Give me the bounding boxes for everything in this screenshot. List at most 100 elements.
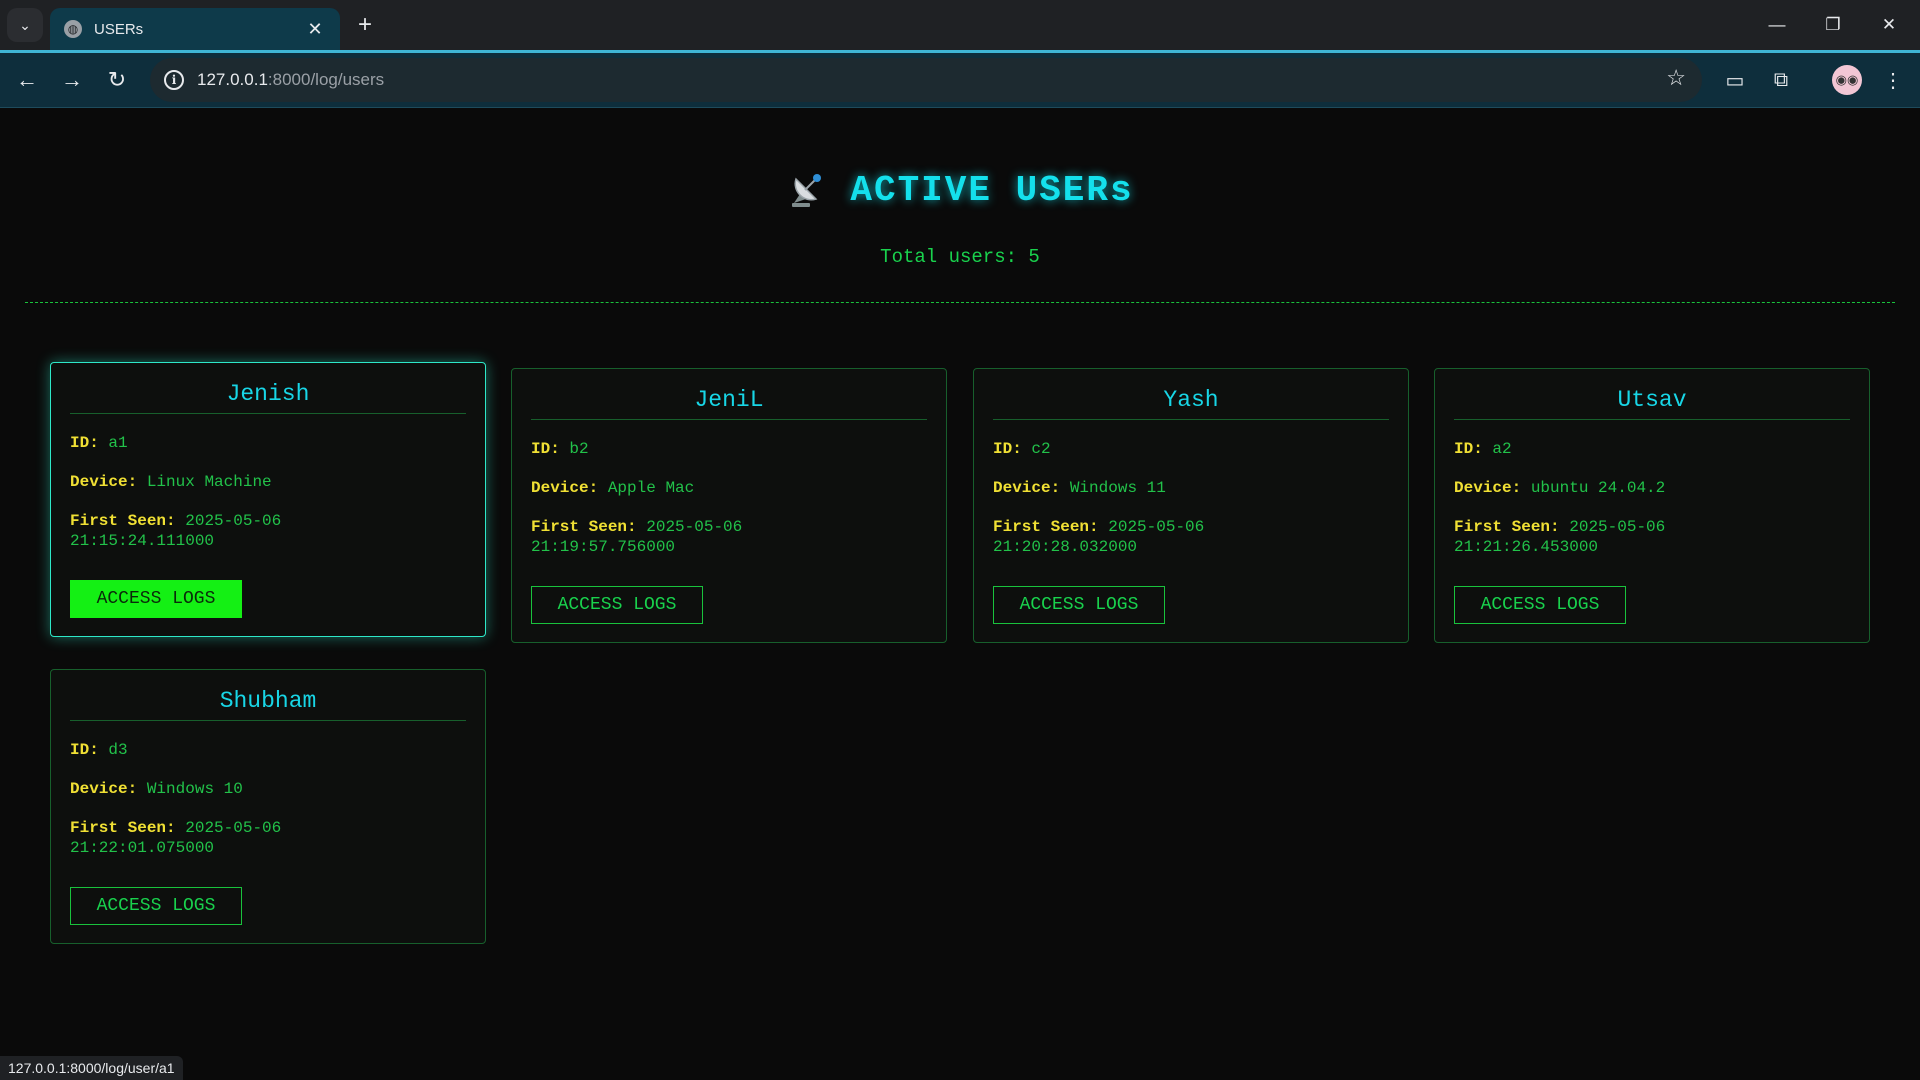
user-card: Yash ID: c2 Device: Windows 11 First See…	[973, 368, 1409, 643]
minimize-button[interactable]: —	[1749, 0, 1805, 50]
chevron-down-icon: ⌄	[19, 16, 31, 33]
first-seen-label: First Seen:	[70, 512, 176, 530]
device-label: Device:	[70, 780, 138, 798]
page-title-row: ACTIVE USERs	[786, 169, 1133, 211]
user-card: JeniL ID: b2 Device: Apple Mac First See…	[511, 368, 947, 643]
first-seen-time: 21:19:57.756000	[531, 538, 676, 556]
user-id-value: b2	[569, 440, 589, 458]
close-tab-icon[interactable]: ✕	[304, 19, 326, 40]
user-card: Shubham ID: d3 Device: Windows 10 First …	[50, 669, 486, 944]
restore-button[interactable]: ❐	[1805, 0, 1861, 50]
first-seen-date: 2025-05-06	[646, 518, 743, 536]
user-id-value: a2	[1492, 440, 1512, 458]
access-logs-button[interactable]: ACCESS LOGS	[993, 586, 1165, 624]
id-label: ID:	[70, 434, 99, 452]
user-device-field: Device: Windows 11	[993, 478, 1389, 498]
tab-search-button[interactable]: ⌄	[7, 8, 43, 42]
user-name: Utsav	[1454, 387, 1850, 420]
first-seen-label: First Seen:	[531, 518, 637, 536]
access-logs-button[interactable]: ACCESS LOGS	[1454, 586, 1626, 624]
first-seen-time: 21:20:28.032000	[993, 538, 1138, 556]
reload-icon: ↻	[107, 67, 127, 92]
extensions-puzzle-icon[interactable]: ⧉	[1766, 65, 1796, 95]
new-tab-button[interactable]: +	[350, 10, 380, 40]
page-content: ACTIVE USERs Total users: 5 Jenish ID: a…	[0, 109, 1920, 1080]
cast-icon[interactable]: ▭	[1720, 65, 1750, 95]
user-card: Jenish ID: a1 Device: Linux Machine Firs…	[50, 362, 486, 637]
back-button[interactable]: ←	[10, 63, 44, 97]
close-window-button[interactable]: ✕	[1861, 0, 1917, 50]
globe-icon: ◍	[64, 20, 82, 38]
first-seen-date: 2025-05-06	[1108, 518, 1205, 536]
user-first-seen-field: First Seen: 2025-05-06 21:21:26.453000	[1454, 517, 1850, 557]
access-logs-button[interactable]: ACCESS LOGS	[70, 580, 242, 618]
user-device-value: Linux Machine	[146, 473, 272, 491]
tab-title: USERs	[94, 20, 144, 38]
user-id-field: ID: b2	[531, 439, 927, 459]
device-label: Device:	[1454, 479, 1522, 497]
user-device-field: Device: Windows 10	[70, 779, 466, 799]
user-name: Shubham	[70, 688, 466, 721]
page-header: ACTIVE USERs Total users: 5	[0, 169, 1920, 268]
user-device-field: Device: Apple Mac	[531, 478, 927, 498]
browser-toolbar: ← → ↻ i 127.0.0.1:8000/log/users ☆ ▭ ⧉ ◉…	[0, 53, 1920, 108]
user-device-value: Windows 11	[1069, 479, 1166, 497]
first-seen-label: First Seen:	[1454, 518, 1560, 536]
user-first-seen-field: First Seen: 2025-05-06 21:20:28.032000	[993, 517, 1389, 557]
bookmark-star-icon[interactable]: ☆	[1666, 65, 1686, 91]
device-label: Device:	[70, 473, 138, 491]
browser-tab[interactable]: ◍ USERs ✕	[50, 8, 340, 50]
restore-icon: ❐	[1825, 15, 1841, 34]
user-id-field: ID: a1	[70, 433, 466, 453]
url-path: :8000/log/users	[267, 70, 385, 89]
info-icon[interactable]: i	[164, 70, 184, 90]
id-label: ID:	[531, 440, 560, 458]
access-logs-button[interactable]: ACCESS LOGS	[531, 586, 703, 624]
first-seen-label: First Seen:	[70, 819, 176, 837]
plus-icon: +	[357, 11, 372, 38]
user-first-seen-field: First Seen: 2025-05-06 21:15:24.111000	[70, 511, 466, 551]
user-id-value: d3	[108, 741, 128, 759]
total-users-count: Total users: 5	[880, 246, 1040, 268]
profile-avatar[interactable]: ◉◉	[1832, 65, 1862, 95]
first-seen-date: 2025-05-06	[1569, 518, 1666, 536]
user-name: JeniL	[531, 387, 927, 420]
device-label: Device:	[993, 479, 1061, 497]
user-device-field: Device: Linux Machine	[70, 472, 466, 492]
id-label: ID:	[1454, 440, 1483, 458]
close-icon: ✕	[1881, 15, 1897, 34]
first-seen-time: 21:15:24.111000	[70, 532, 215, 550]
user-device-field: Device: ubuntu 24.04.2	[1454, 478, 1850, 498]
user-first-seen-field: First Seen: 2025-05-06 21:19:57.756000	[531, 517, 927, 557]
user-device-value: Windows 10	[146, 780, 243, 798]
user-device-value: ubuntu 24.04.2	[1530, 479, 1666, 497]
id-label: ID:	[70, 741, 99, 759]
user-name: Jenish	[70, 381, 466, 414]
arrow-right-icon: →	[61, 67, 83, 92]
forward-button[interactable]: →	[55, 63, 89, 97]
first-seen-time: 21:21:26.453000	[1454, 538, 1599, 556]
arrow-left-icon: ←	[16, 67, 38, 92]
address-bar[interactable]: i 127.0.0.1:8000/log/users ☆	[150, 58, 1702, 102]
user-id-value: c2	[1031, 440, 1051, 458]
url-text: 127.0.0.1:8000/log/users	[197, 70, 384, 90]
menu-dots-icon[interactable]: ⋮	[1878, 65, 1908, 95]
user-id-field: ID: c2	[993, 439, 1389, 459]
reload-button[interactable]: ↻	[100, 63, 134, 97]
page-title: ACTIVE USERs	[850, 169, 1134, 211]
user-id-value: a1	[108, 434, 128, 452]
url-host: 127.0.0.1	[197, 70, 268, 89]
access-logs-button[interactable]: ACCESS LOGS	[70, 887, 242, 925]
user-id-field: ID: a2	[1454, 439, 1850, 459]
user-name: Yash	[993, 387, 1389, 420]
first-seen-label: First Seen:	[993, 518, 1099, 536]
device-label: Device:	[531, 479, 599, 497]
first-seen-date: 2025-05-06	[185, 512, 282, 530]
id-label: ID:	[993, 440, 1022, 458]
minimize-icon: —	[1768, 15, 1786, 34]
header-divider	[25, 302, 1895, 303]
browser-titlebar: ⌄ ◍ USERs ✕ + — ❐ ✕	[0, 0, 1920, 50]
status-bar-url: 127.0.0.1:8000/log/user/a1	[0, 1056, 183, 1080]
user-device-value: Apple Mac	[607, 479, 695, 497]
user-first-seen-field: First Seen: 2025-05-06 21:22:01.075000	[70, 818, 466, 858]
